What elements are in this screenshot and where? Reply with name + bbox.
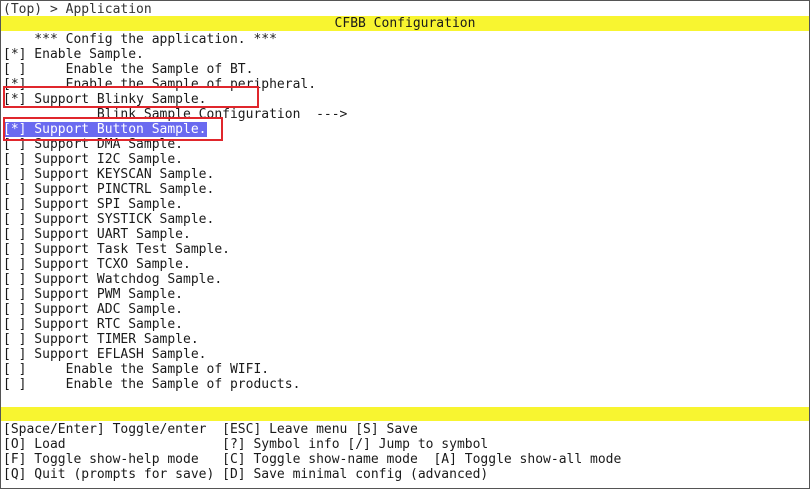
menu-item-task-test[interactable]: [ ] Support Task Test Sample. bbox=[1, 242, 809, 257]
menu-item-enable-bt[interactable]: [ ] Enable the Sample of BT. bbox=[1, 62, 809, 77]
menu-item-enable-products[interactable]: [ ] Enable the Sample of products. bbox=[1, 377, 809, 392]
menu-item-button[interactable]: [*] Support Button Sample. bbox=[1, 122, 809, 137]
menu-item-pinctrl[interactable]: [ ] Support PINCTRL Sample. bbox=[1, 182, 809, 197]
menu-comment: *** Config the application. *** bbox=[3, 32, 277, 47]
breadcrumb: (Top) > Application bbox=[3, 2, 152, 17]
menu-item-systick[interactable]: [ ] Support SYSTICK Sample. bbox=[1, 212, 809, 227]
menu-item-keyscan[interactable]: [ ] Support KEYSCAN Sample. bbox=[1, 167, 809, 182]
terminal-window: (Top) > Application CFBB Configuration *… bbox=[0, 0, 810, 489]
help-line: [O] Load [?] Symbol info [/] Jump to sym… bbox=[3, 437, 489, 452]
menu-item-tcxo[interactable]: [ ] Support TCXO Sample. bbox=[1, 257, 809, 272]
menu-item-eflash[interactable]: [ ] Support EFLASH Sample. bbox=[1, 347, 809, 362]
menu-list: *** Config the application. *** [*] Enab… bbox=[1, 32, 809, 392]
menu-item-adc[interactable]: [ ] Support ADC Sample. bbox=[1, 302, 809, 317]
menu-item-enable-wifi[interactable]: [ ] Enable the Sample of WIFI. bbox=[1, 362, 809, 377]
help-panel: [Space/Enter] Toggle/enter [ESC] Leave m… bbox=[1, 422, 809, 482]
menu-item-dma[interactable]: [ ] Support DMA Sample. bbox=[1, 137, 809, 152]
menu-item-blink-config[interactable]: Blink Sample Configuration ---> bbox=[1, 107, 809, 122]
menu-item-pwm[interactable]: [ ] Support PWM Sample. bbox=[1, 287, 809, 302]
menu-item-enable-sample[interactable]: [*] Enable Sample. bbox=[1, 47, 809, 62]
menu-item-timer[interactable]: [ ] Support TIMER Sample. bbox=[1, 332, 809, 347]
menu-item-watchdog[interactable]: [ ] Support Watchdog Sample. bbox=[1, 272, 809, 287]
status-bar bbox=[1, 407, 809, 421]
selection-highlight[interactable]: [*] Support Button Sample. bbox=[3, 122, 207, 137]
menu-item-blinky[interactable]: [*] Support Blinky Sample. bbox=[1, 92, 809, 107]
title-bar: CFBB Configuration bbox=[1, 16, 809, 31]
menu-item-spi[interactable]: [ ] Support SPI Sample. bbox=[1, 197, 809, 212]
menu-item-uart[interactable]: [ ] Support UART Sample. bbox=[1, 227, 809, 242]
help-line: [F] Toggle show-help mode [C] Toggle sho… bbox=[3, 452, 622, 467]
help-line: [Q] Quit (prompts for save) [D] Save min… bbox=[3, 467, 489, 482]
menu-item-i2c[interactable]: [ ] Support I2C Sample. bbox=[1, 152, 809, 167]
menu-item-enable-peripheral[interactable]: [*] Enable the Sample of peripheral. bbox=[1, 77, 809, 92]
menu-item-rtc[interactable]: [ ] Support RTC Sample. bbox=[1, 317, 809, 332]
help-line: [Space/Enter] Toggle/enter [ESC] Leave m… bbox=[3, 422, 418, 437]
